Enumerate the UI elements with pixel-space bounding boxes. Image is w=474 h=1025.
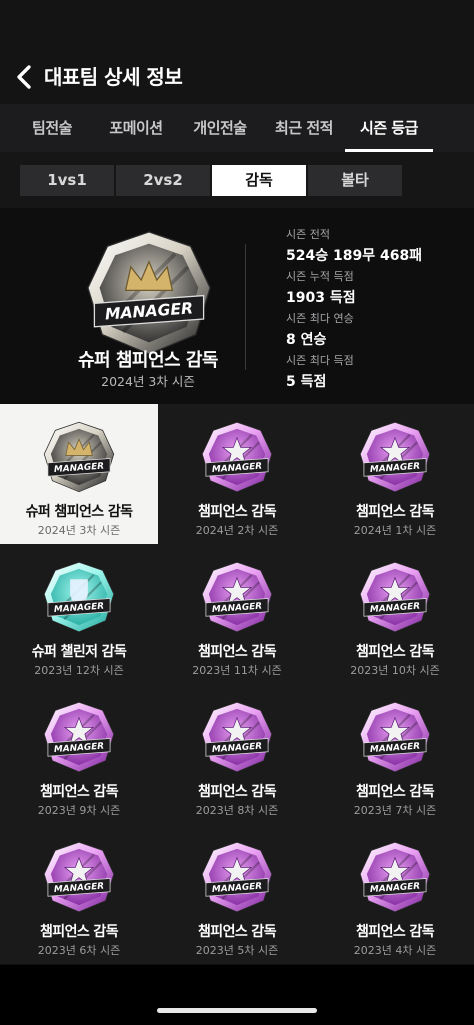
current-grade-summary: MANAGER 슈퍼 챔피언스 감독 2024년 3차 시즌 시즌 전적 524… [0,208,474,404]
super-champions-manager-badge: MANAGER [87,231,211,355]
grade-card-season: 2023년 9차 시즌 [37,804,121,817]
grade-card-season: 2023년 11차 시즌 [192,664,282,677]
current-grade-season: 2024년 3차 시즌 [101,374,195,389]
segment-1vs1[interactable]: 1vs1 [20,165,114,196]
grade-card-name: 챔피언스 감독 [40,784,119,800]
mode-segment-bar: 1vs1 2vs2 감독 볼타 [0,152,474,208]
grade-card-season: 2023년 4차 시즌 [353,944,437,957]
champions-manager-badge: MANAGER [359,561,431,633]
grade-card-name: 챔피언스 감독 [356,924,435,940]
back-arrow-icon[interactable] [12,62,36,92]
grade-card[interactable]: MANAGER 챔피언스 감독 2024년 1차 시즌 [316,404,474,544]
grade-card-season: 2023년 6차 시즌 [37,944,121,957]
grade-card-season: 2023년 5차 시즌 [195,944,279,957]
grade-card[interactable]: MANAGER 챔피언스 감독 2023년 4차 시즌 [316,824,474,964]
champions-manager-badge: MANAGER [201,701,273,773]
grade-card[interactable]: MANAGER 챔피언스 감독 2023년 6차 시즌 [0,824,158,964]
grade-card[interactable]: MANAGER 챔피언스 감독 2023년 5차 시즌 [158,824,316,964]
grade-card-season: 2024년 3차 시즌 [37,524,121,537]
grade-card-name: 챔피언스 감독 [198,924,277,940]
tab-individual-tactics[interactable]: 개인전술 [178,104,262,152]
grade-card[interactable]: MANAGER 챔피언스 감독 2023년 9차 시즌 [0,684,158,824]
grade-card[interactable]: MANAGER 챔피언스 감독 2023년 7차 시즌 [316,684,474,824]
super-challenger-manager-badge: MANAGER [43,561,115,633]
grade-card-name: 슈퍼 챌린저 감독 [31,644,127,660]
header: 대표팀 상세 정보 [0,0,474,104]
grade-card[interactable]: MANAGER 챔피언스 감독 2024년 2차 시즌 [158,404,316,544]
champions-manager-badge: MANAGER [359,701,431,773]
segment-volta[interactable]: 볼타 [308,165,402,196]
grade-card-name: 챔피언스 감독 [356,504,435,520]
tab-team-tactics[interactable]: 팀전술 [10,104,94,152]
stat-value-max-goals: 5 득점 [286,374,327,390]
tab-bar: 팀전술 포메이션 개인전술 최근 전적 시즌 등급 [0,104,474,152]
stat-label-season-record: 시즌 전적 [286,228,330,241]
grade-card[interactable]: MANAGER 챔피언스 감독 2023년 11차 시즌 [158,544,316,684]
grade-card-name: 챔피언스 감독 [356,784,435,800]
season-grade-grid: MANAGER 슈퍼 챔피언스 감독 2024년 3차 시즌 MANAGER 챔피언스 … [0,404,474,965]
stat-value-season-record: 524승 189무 468패 [286,248,423,264]
tab-season-grade[interactable]: 시즌 등급 [345,104,433,152]
stat-label-max-goals: 시즌 최다 득점 [286,354,354,367]
champions-manager-badge: MANAGER [201,421,273,493]
grade-card-name: 슈퍼 챔피언스 감독 [25,504,133,520]
grade-card-season: 2023년 12차 시즌 [34,664,124,677]
champions-manager-badge: MANAGER [43,841,115,913]
grade-card-name: 챔피언스 감독 [198,644,277,660]
champions-manager-badge: MANAGER [201,841,273,913]
grade-card[interactable]: MANAGER 챔피언스 감독 2023년 10차 시즌 [316,544,474,684]
super-champions-manager-badge: MANAGER [43,421,115,493]
grade-card[interactable]: MANAGER 슈퍼 챌린저 감독 2023년 12차 시즌 [0,544,158,684]
champions-manager-badge: MANAGER [359,841,431,913]
grade-card-name: 챔피언스 감독 [198,784,277,800]
champions-manager-badge: MANAGER [43,701,115,773]
summary-divider [245,244,246,370]
segment-manager[interactable]: 감독 [212,165,306,196]
grade-card-season: 2023년 10차 시즌 [350,664,440,677]
grade-card-name: 챔피언스 감독 [198,504,277,520]
tab-formation[interactable]: 포메이션 [94,104,178,152]
grade-card-season: 2024년 1차 시즌 [353,524,437,537]
champions-manager-badge: MANAGER [359,421,431,493]
grade-card[interactable]: MANAGER 챔피언스 감독 2023년 8차 시즌 [158,684,316,824]
stat-value-max-win-streak: 8 연승 [286,332,327,348]
segment-2vs2[interactable]: 2vs2 [116,165,210,196]
grade-card-season: 2023년 7차 시즌 [353,804,437,817]
grade-card-season: 2023년 8차 시즌 [195,804,279,817]
page-title: 대표팀 상세 정보 [44,65,183,89]
grade-card-name: 챔피언스 감독 [40,924,119,940]
stat-label-total-goals: 시즌 누적 득점 [286,270,354,283]
bottom-safe-area [0,965,474,1025]
home-indicator [157,1008,317,1013]
stat-value-total-goals: 1903 득점 [286,290,356,306]
grade-card-name: 챔피언스 감독 [356,644,435,660]
grade-card-season: 2024년 2차 시즌 [195,524,279,537]
tab-recent-record[interactable]: 최근 전적 [262,104,346,152]
stat-label-max-win-streak: 시즌 최다 연승 [286,312,354,325]
grade-card[interactable]: MANAGER 슈퍼 챔피언스 감독 2024년 3차 시즌 [0,404,158,544]
champions-manager-badge: MANAGER [201,561,273,633]
current-grade-name: 슈퍼 챔피언스 감독 [77,350,219,371]
